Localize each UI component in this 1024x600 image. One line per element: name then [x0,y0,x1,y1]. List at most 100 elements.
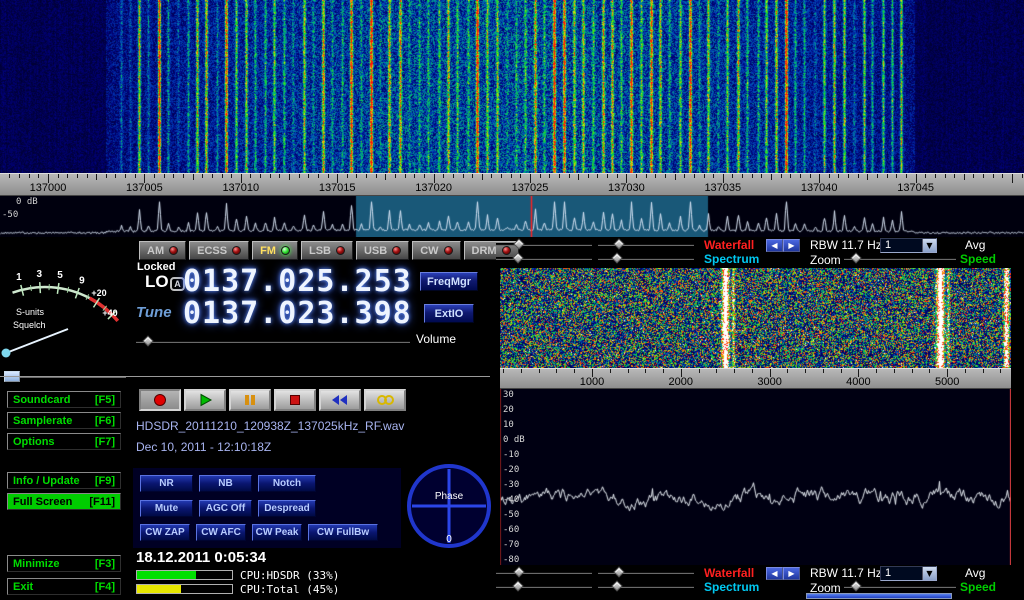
scale-tick [781,174,782,178]
toggle-right-arrow-button[interactable]: ▶ [783,239,800,252]
dsp-button-mute[interactable]: Mute [140,500,193,517]
af-spectrum-display[interactable] [500,389,1011,565]
combo-dropdown-arrow-icon[interactable]: ▼ [922,239,936,252]
sidebar-button-options[interactable]: Options[F7] [7,433,121,450]
volume-slider[interactable] [136,335,410,348]
dsp-button-cw-fullbw[interactable]: CW FullBw [308,524,378,541]
rf-frequency-tick-label: 137045 [897,182,934,194]
dsp-button-cw-afc[interactable]: CW AFC [196,524,246,541]
extio-button[interactable]: ExtIO [424,304,474,323]
toggle-left-arrow-button[interactable]: ◀ [766,239,783,252]
spectrum-mode-label[interactable]: Spectrum [704,252,759,266]
spectrum-lower-slider-thumb[interactable] [612,580,623,591]
spectrum-upper-slider[interactable] [496,581,592,592]
stop-button[interactable] [274,389,316,411]
dsp-button-nb[interactable]: NB [199,475,252,492]
lo-frequency-value[interactable]: 0137.025.253 [183,266,412,297]
zoom-slider-thumb[interactable] [850,580,861,591]
toggle-left-arrow-button[interactable]: ◀ [766,567,783,580]
waterfall-upper-slider[interactable] [496,239,592,250]
rf-spectrum-display[interactable] [0,196,1024,237]
mode-button-usb[interactable]: USB [356,241,409,260]
toggle-right-arrow-button[interactable]: ▶ [783,567,800,580]
volume-slider-thumb[interactable] [142,335,153,346]
waterfall-lower-slider-thumb[interactable] [614,238,625,249]
spectrum-upper-slider-thumb[interactable] [512,580,523,591]
avg-select[interactable]: 1▼ [880,566,937,581]
spectrum-upper-slider[interactable] [496,253,592,264]
mode-button-cw[interactable]: CW [412,241,460,260]
waterfall-lower-slider[interactable] [598,239,694,250]
waterfall-upper-slider[interactable] [496,567,592,578]
scale-tick [58,174,59,178]
sidebar-button-full-screen[interactable]: Full Screen[F11] [7,493,121,510]
mode-button-am[interactable]: AM [139,241,186,260]
smeter-tick [57,283,59,294]
rbw-value: RBW 11.7 Hz [810,566,882,580]
waterfall-upper-slider-thumb[interactable] [513,566,524,577]
record-button[interactable] [139,389,181,411]
sidebar-button-soundcard[interactable]: Soundcard[F5] [7,391,121,408]
waterfall-lower-slider[interactable] [598,567,694,578]
scale-tick [858,174,859,178]
recorder-controls [139,389,406,411]
af-frequency-scale[interactable]: 10002000300040005000 [500,368,1011,389]
spectrum-lower-slider[interactable] [598,253,694,264]
waterfall-lower-slider-thumb[interactable] [614,566,625,577]
sidebar-button-info-update[interactable]: Info / Update[F9] [7,472,121,489]
dsp-button-despread[interactable]: Despread [258,500,316,517]
spectrum-lower-slider[interactable] [598,581,694,592]
mode-button-label: LSB [309,245,331,257]
avg-label: Avg [965,566,985,580]
loop-button[interactable] [364,389,406,411]
rf-frequency-tick-label: 137025 [512,182,549,194]
mode-button-ecss[interactable]: ECSS [189,241,249,260]
rf-frequency-scale[interactable]: 1370001370051370101370151370201370251370… [0,173,1024,196]
scale-tick [954,174,955,178]
af-waterfall-display[interactable] [500,268,1011,368]
scale-tick [867,174,868,180]
mode-button-fm[interactable]: FM [252,241,298,260]
zoom-slider[interactable] [844,253,956,264]
dsp-button-agc-off[interactable]: AGC Off [199,500,252,517]
tune-frequency-value[interactable]: 0137.023.398 [183,298,412,329]
dsp-button-cw-zap[interactable]: CW ZAP [140,524,190,541]
scale-tick [675,174,676,180]
zoom-slider[interactable] [844,581,956,592]
dsp-button-notch[interactable]: Notch [258,475,316,492]
play-button[interactable] [184,389,226,411]
spectrum-upper-slider-thumb[interactable] [512,252,523,263]
waterfall-upper-slider-thumb[interactable] [513,238,524,249]
scale-tick [376,174,377,178]
rf-waterfall-display[interactable] [0,0,1024,173]
mode-button-lsb[interactable]: LSB [301,241,353,260]
spectrum-lower-slider-thumb[interactable] [612,252,623,263]
sidebar-button-samplerate[interactable]: Samplerate[F6] [7,412,121,429]
sidebar-button-minimize[interactable]: Minimize[F3] [7,555,121,572]
scale-tick [501,174,502,178]
waterfall-mode-label[interactable]: Waterfall [704,238,754,252]
scale-tick [328,174,329,178]
mode-button-label: ECSS [197,245,227,257]
sidebar-button-exit[interactable]: Exit[F4] [7,578,121,595]
dsp-button-cw-peak[interactable]: CW Peak [252,524,302,541]
scale-tick [395,174,396,178]
zoom-slider-thumb[interactable] [850,252,861,263]
af-db-label: -30 [503,480,519,490]
scale-tick [912,369,913,373]
pause-button[interactable] [229,389,271,411]
stop-icon [284,393,306,407]
waterfall-mode-label[interactable]: Waterfall [704,566,754,580]
dsp-button-nr[interactable]: NR [140,475,193,492]
scale-tick [841,369,842,373]
combo-dropdown-arrow-icon[interactable]: ▼ [922,567,936,580]
zoom-range-indicator[interactable] [806,593,952,599]
freqmgr-button[interactable]: FreqMgr [420,272,478,291]
tune-label: Tune [136,304,172,321]
avg-select[interactable]: 1▼ [880,238,937,253]
spectrum-mode-label[interactable]: Spectrum [704,580,759,594]
cpu-hdsdr-bar-fill [137,571,196,579]
rewind-button[interactable] [319,389,361,411]
scale-tick [771,174,772,180]
af-db-label: -70 [503,540,519,550]
